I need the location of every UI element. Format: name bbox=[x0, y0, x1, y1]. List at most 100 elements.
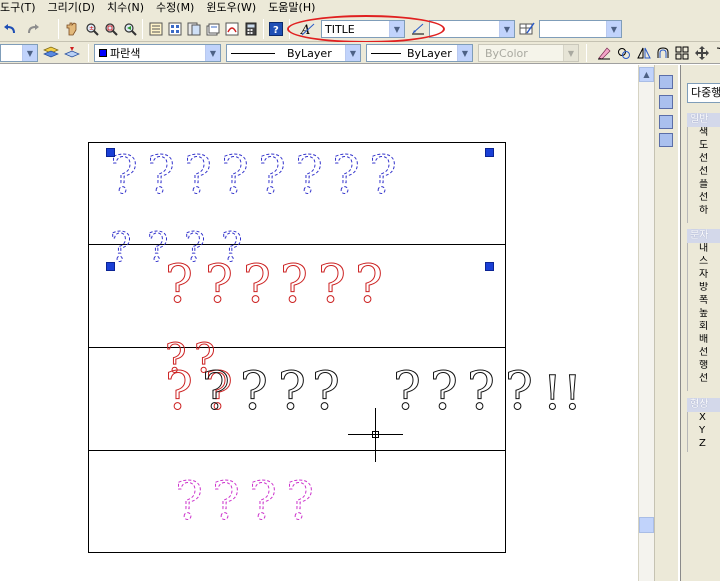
drawing-canvas[interactable]: ??????????????????????????????!!???? bbox=[0, 65, 638, 581]
plotstyle-value: ByColor bbox=[485, 46, 528, 60]
prop-row[interactable]: Z bbox=[699, 438, 720, 450]
scroll-thumb[interactable] bbox=[639, 517, 654, 533]
copy-icon[interactable] bbox=[616, 45, 632, 61]
prop-row[interactable]: 선 bbox=[699, 166, 720, 178]
vertical-scrollbar[interactable]: ▲ bbox=[638, 65, 654, 581]
prop-row[interactable]: X bbox=[699, 412, 720, 424]
section-geometry[interactable]: 형상 bbox=[687, 398, 720, 412]
glyph-question: ? bbox=[202, 362, 230, 422]
grip-top-left[interactable] bbox=[106, 148, 115, 157]
calculator-icon[interactable] bbox=[243, 21, 259, 37]
prop-row[interactable]: 내 bbox=[699, 243, 720, 255]
mirror-icon[interactable] bbox=[636, 45, 652, 61]
chevron-down-icon: ▼ bbox=[563, 45, 578, 61]
prop-row[interactable]: 높 bbox=[699, 308, 720, 320]
svg-text:±: ± bbox=[89, 25, 94, 32]
help-icon[interactable]: ? bbox=[268, 21, 284, 37]
zoom-window-icon[interactable] bbox=[103, 21, 119, 37]
grip-top-right[interactable] bbox=[485, 148, 494, 157]
menu-tools[interactable]: 도구(T) bbox=[0, 0, 42, 16]
prop-row[interactable]: 하 bbox=[699, 205, 720, 217]
menu-modify[interactable]: 수정(M) bbox=[150, 0, 200, 16]
text-style-icon[interactable]: A bbox=[300, 21, 316, 37]
erase-icon[interactable] bbox=[596, 45, 612, 61]
glyph-question: ? bbox=[221, 146, 249, 206]
offset-icon[interactable] bbox=[655, 45, 671, 61]
prop-row[interactable]: 행 bbox=[699, 360, 720, 372]
rotate-icon[interactable] bbox=[712, 45, 720, 61]
chevron-down-icon[interactable]: ▼ bbox=[499, 21, 514, 37]
menu-dimension[interactable]: 치수(N) bbox=[101, 0, 150, 16]
grip-middle-right[interactable] bbox=[485, 262, 494, 271]
redo-icon[interactable] bbox=[25, 21, 41, 37]
prop-row[interactable]: 방 bbox=[699, 282, 720, 294]
prop-row[interactable]: 회 bbox=[699, 321, 720, 333]
menu-help[interactable]: 도움말(H) bbox=[262, 0, 321, 16]
color-combo[interactable]: 파란색 ▼ bbox=[94, 44, 221, 62]
lineweight-combo[interactable]: ByLayer ▼ bbox=[366, 44, 473, 62]
dim-style-combo[interactable]: ▼ bbox=[429, 20, 515, 38]
chevron-down-icon[interactable]: ▼ bbox=[345, 45, 360, 61]
glyph-question: ? bbox=[467, 362, 495, 422]
undo-icon[interactable] bbox=[2, 21, 18, 37]
section-general[interactable]: 일반 bbox=[687, 113, 720, 127]
prop-row[interactable]: 선 bbox=[699, 192, 720, 204]
glyph-question: ? bbox=[355, 255, 383, 315]
prop-row[interactable]: Y bbox=[699, 425, 720, 437]
pickadd-icon[interactable] bbox=[659, 115, 673, 129]
glyph-exclamation: ! bbox=[543, 367, 562, 421]
chevron-down-icon[interactable]: ▼ bbox=[457, 45, 472, 61]
layer-combo[interactable]: 0 ▼ bbox=[0, 44, 38, 62]
layer-previous-icon[interactable] bbox=[43, 45, 59, 61]
array-icon[interactable] bbox=[674, 45, 690, 61]
section-text[interactable]: 문자 bbox=[687, 229, 720, 243]
text-style-combo[interactable]: TITLE ▼ bbox=[321, 20, 405, 38]
chevron-down-icon[interactable]: ▼ bbox=[22, 45, 37, 61]
prop-row[interactable]: 스 bbox=[699, 256, 720, 268]
chevron-down-icon[interactable]: ▼ bbox=[606, 21, 621, 37]
prop-row[interactable]: 플 bbox=[699, 179, 720, 191]
lineweight-value: ByLayer bbox=[407, 46, 452, 60]
dim-style-icon[interactable] bbox=[410, 21, 426, 37]
selection-dropdown[interactable]: 다중행 bbox=[687, 83, 720, 103]
table-style-combo[interactable]: ▼ bbox=[539, 20, 622, 38]
pan-icon[interactable] bbox=[64, 21, 80, 37]
prop-row[interactable]: 폭 bbox=[699, 295, 720, 307]
toggle-icon[interactable] bbox=[659, 133, 673, 147]
side-toolbar bbox=[654, 65, 678, 581]
prop-row[interactable]: 자 bbox=[699, 269, 720, 281]
chevron-down-icon[interactable]: ▼ bbox=[205, 45, 220, 61]
zoom-realtime-icon[interactable]: ± bbox=[84, 21, 100, 37]
prop-row[interactable]: 색 bbox=[699, 127, 720, 139]
menu-window[interactable]: 윈도우(W) bbox=[200, 0, 262, 16]
zoom-previous-icon[interactable] bbox=[122, 21, 138, 37]
quick-select-icon[interactable] bbox=[659, 75, 673, 89]
glyph-question: ? bbox=[205, 255, 233, 315]
glyph-question: ? bbox=[295, 146, 323, 206]
markup-icon[interactable] bbox=[224, 21, 240, 37]
glyph-question: ? bbox=[243, 255, 271, 315]
table-style-icon[interactable] bbox=[519, 21, 535, 37]
properties-icon[interactable] bbox=[148, 21, 164, 37]
chevron-down-icon[interactable]: ▼ bbox=[389, 21, 404, 37]
text-style-value: TITLE bbox=[325, 22, 355, 36]
linetype-value: ByLayer bbox=[287, 46, 332, 60]
grip-middle-left[interactable] bbox=[106, 262, 115, 271]
prop-row[interactable]: 선 bbox=[699, 153, 720, 165]
make-current-layer-icon[interactable] bbox=[64, 45, 80, 61]
color-value: 파란색 bbox=[110, 47, 141, 60]
scroll-up-button[interactable]: ▲ bbox=[639, 67, 654, 82]
prop-row[interactable]: 도 bbox=[699, 140, 720, 152]
prop-row[interactable]: 선 bbox=[699, 347, 720, 359]
drawing-svg[interactable]: ??????????????????????????????!!???? bbox=[0, 65, 638, 581]
tool-palettes-icon[interactable] bbox=[186, 21, 202, 37]
sheet-set-icon[interactable] bbox=[205, 21, 221, 37]
prop-row[interactable]: 배 bbox=[699, 334, 720, 346]
design-center-icon[interactable] bbox=[167, 21, 183, 37]
glyph-question: ? bbox=[318, 255, 346, 315]
select-objects-icon[interactable] bbox=[659, 95, 673, 109]
prop-row[interactable]: 선 bbox=[699, 373, 720, 385]
linetype-combo[interactable]: ByLayer ▼ bbox=[226, 44, 361, 62]
menu-draw[interactable]: 그리기(D) bbox=[42, 0, 101, 16]
move-icon[interactable] bbox=[694, 45, 710, 61]
